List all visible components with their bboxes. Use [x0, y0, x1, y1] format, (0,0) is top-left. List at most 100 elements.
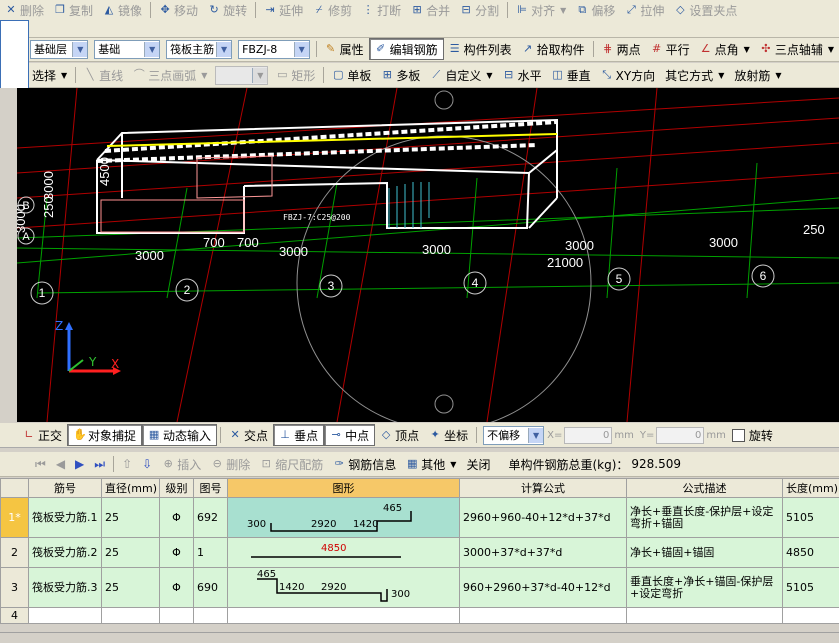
intersection-snap-button[interactable]: ✕交点 — [224, 425, 273, 445]
stretch-button[interactable]: ⤢拉伸 — [620, 0, 669, 20]
set-grip-button[interactable]: ◇设置夹点 — [669, 0, 742, 20]
component-list-button[interactable]: ☰构件列表 — [444, 39, 517, 59]
pick-component-button[interactable]: ↗拾取构件 — [517, 39, 590, 59]
rebar-name-cell[interactable]: 筏板受力筋.1 — [29, 498, 102, 538]
last-record-button[interactable]: ⏭ — [89, 454, 110, 474]
rect-button[interactable]: ▭矩形 — [271, 65, 320, 85]
merge-button[interactable]: ⊞合并 — [406, 0, 455, 20]
dynamic-input-button[interactable]: ▦动态输入 — [142, 424, 217, 446]
drawing-viewport[interactable]: FBZJ-7:C25@200 3000 700 700 3000 3000 30… — [17, 88, 839, 422]
figure-no-cell[interactable]: 692 — [194, 498, 228, 538]
formula-cell[interactable]: 960+2960+37*d-40+12*d — [460, 568, 627, 608]
move-button[interactable]: ✥移动 — [154, 0, 203, 20]
table-row[interactable]: 3 筏板受力筋.3 25 Φ 690 465 1420 2920 300 960… — [1, 568, 839, 608]
break-button[interactable]: ⋮打断 — [357, 0, 406, 20]
diameter-cell[interactable] — [102, 608, 160, 624]
formula-cell[interactable]: 2960+960-40+12*d+37*d — [460, 498, 627, 538]
row-number[interactable]: 4 — [1, 608, 29, 624]
custom-button[interactable]: ⟋自定义▼ — [425, 65, 497, 85]
ortho-button[interactable]: ∟正交 — [18, 425, 67, 445]
offset-button[interactable]: ⧉偏移 — [571, 0, 620, 20]
xy-direction-button[interactable]: ⤡XY方向 — [596, 65, 661, 85]
prev-record-button[interactable]: ◀ — [51, 454, 70, 474]
radial-bar-button[interactable]: 放射筋▼ — [729, 65, 786, 85]
vertex-snap-button[interactable]: ◇顶点 — [375, 425, 424, 445]
property-button[interactable]: ✎属性 — [320, 39, 369, 59]
rotate-checkbox[interactable] — [732, 429, 745, 442]
drawing-canvas[interactable]: FBZJ-7:C25@200 3000 700 700 3000 3000 30… — [17, 88, 839, 422]
edit-rebar-button[interactable]: ✐编辑钢筋 — [369, 38, 444, 60]
length-cell[interactable]: 5105 — [783, 568, 839, 608]
offset-select[interactable]: 不偏移▼ — [483, 426, 544, 445]
description-cell[interactable]: 净长+垂直长度-保护层+设定弯折+锚固 — [627, 498, 783, 538]
coordinate-snap-button[interactable]: ✦坐标 — [424, 425, 473, 445]
table-row[interactable]: 4 — [1, 608, 839, 624]
floor-select[interactable]: 基础层▼ — [30, 40, 88, 59]
rebar-name-cell[interactable] — [29, 608, 102, 624]
header-cell[interactable]: 筋号 — [29, 479, 102, 498]
header-cell[interactable]: 计算公式 — [460, 479, 627, 498]
single-board-button[interactable]: ▢单板 — [327, 65, 376, 85]
rebar-type-select[interactable]: 筏板主筋▼ — [166, 40, 232, 59]
shape-cell[interactable]: 4850 — [228, 538, 460, 568]
category-select[interactable]: 基础▼ — [94, 40, 160, 59]
arc-option-select[interactable]: ▼ — [215, 66, 268, 85]
mirror-button[interactable]: ◭镜像 — [98, 0, 147, 20]
split-button[interactable]: ⊟分割 — [455, 0, 504, 20]
row-number[interactable]: 1* — [1, 498, 29, 538]
perpendicular-snap-button[interactable]: ⊥垂点 — [273, 424, 324, 446]
vertical-button[interactable]: ◫垂直 — [547, 65, 596, 85]
header-cell[interactable]: 图号 — [194, 479, 228, 498]
point-angle-button[interactable]: ∠点角▼ — [695, 39, 755, 59]
row-number[interactable]: 3 — [1, 568, 29, 608]
rotate-button[interactable]: ↻旋转 — [203, 0, 252, 20]
grade-cell[interactable] — [160, 608, 194, 624]
component-id-select[interactable]: FBZJ-8▼ — [238, 40, 310, 59]
shape-cell[interactable] — [228, 608, 460, 624]
figure-no-cell[interactable]: 690 — [194, 568, 228, 608]
other-method-button[interactable]: 其它方式▼ — [660, 65, 729, 85]
grade-cell[interactable]: Φ — [160, 568, 194, 608]
left-scroll-strip[interactable] — [0, 88, 17, 422]
length-cell[interactable]: 5105 — [783, 498, 839, 538]
move-up-button[interactable]: ⇧ — [117, 454, 137, 474]
header-cell[interactable]: 级别 — [160, 479, 194, 498]
diameter-cell[interactable]: 25 — [102, 538, 160, 568]
diameter-cell[interactable]: 25 — [102, 498, 160, 538]
header-cell[interactable]: 直径(mm) — [102, 479, 160, 498]
extend-button[interactable]: ⇥延伸 — [259, 0, 308, 20]
next-record-button[interactable]: ▶ — [70, 454, 89, 474]
multi-board-button[interactable]: ⊞多板 — [376, 65, 425, 85]
figure-no-cell[interactable]: 1 — [194, 538, 228, 568]
parallel-button[interactable]: #平行 — [646, 39, 695, 59]
row-number[interactable]: 2 — [1, 538, 29, 568]
trim-button[interactable]: ⌿修剪 — [308, 0, 357, 20]
object-snap-button[interactable]: ✋对象捕捉 — [67, 424, 142, 446]
three-point-axis-button[interactable]: ✣三点轴辅▼ — [755, 39, 839, 59]
header-cell[interactable]: 图形 — [228, 479, 460, 498]
shape-cell[interactable]: 465 1420 2920 300 — [228, 568, 460, 608]
table-row[interactable]: 1* 筏板受力筋.1 25 Φ 692 465 300 2920 1420 29… — [1, 498, 839, 538]
line-button[interactable]: ╲直线 — [79, 65, 128, 85]
length-cell[interactable] — [783, 608, 839, 624]
align-button[interactable]: ⊫对齐▼ — [511, 0, 571, 20]
diameter-cell[interactable]: 25 — [102, 568, 160, 608]
rebar-info-button[interactable]: ✑钢筋信息 — [328, 454, 401, 474]
length-cell[interactable]: 4850 — [783, 538, 839, 568]
other-menu-button[interactable]: ▦其他▼ — [401, 454, 461, 474]
rebar-name-cell[interactable]: 筏板受力筋.3 — [29, 568, 102, 608]
formula-cell[interactable] — [460, 608, 627, 624]
midpoint-snap-button[interactable]: ⊸中点 — [324, 424, 375, 446]
header-cell[interactable]: 公式描述 — [627, 479, 783, 498]
x-offset-input[interactable]: 0 — [564, 427, 612, 444]
shape-cell[interactable]: 465 300 2920 1420 — [228, 498, 460, 538]
two-points-button[interactable]: ⋕两点 — [597, 39, 646, 59]
first-record-button[interactable]: ⏮ — [30, 454, 51, 474]
rebar-name-cell[interactable]: 筏板受力筋.2 — [29, 538, 102, 568]
formula-cell[interactable]: 3000+37*d+37*d — [460, 538, 627, 568]
close-button[interactable]: 关闭 — [461, 454, 495, 474]
description-cell[interactable]: 净长+锚固+锚固 — [627, 538, 783, 568]
grade-cell[interactable]: Φ — [160, 538, 194, 568]
select-button[interactable]: 选择▼ — [27, 65, 72, 85]
header-cell[interactable]: 长度(mm) — [783, 479, 839, 498]
